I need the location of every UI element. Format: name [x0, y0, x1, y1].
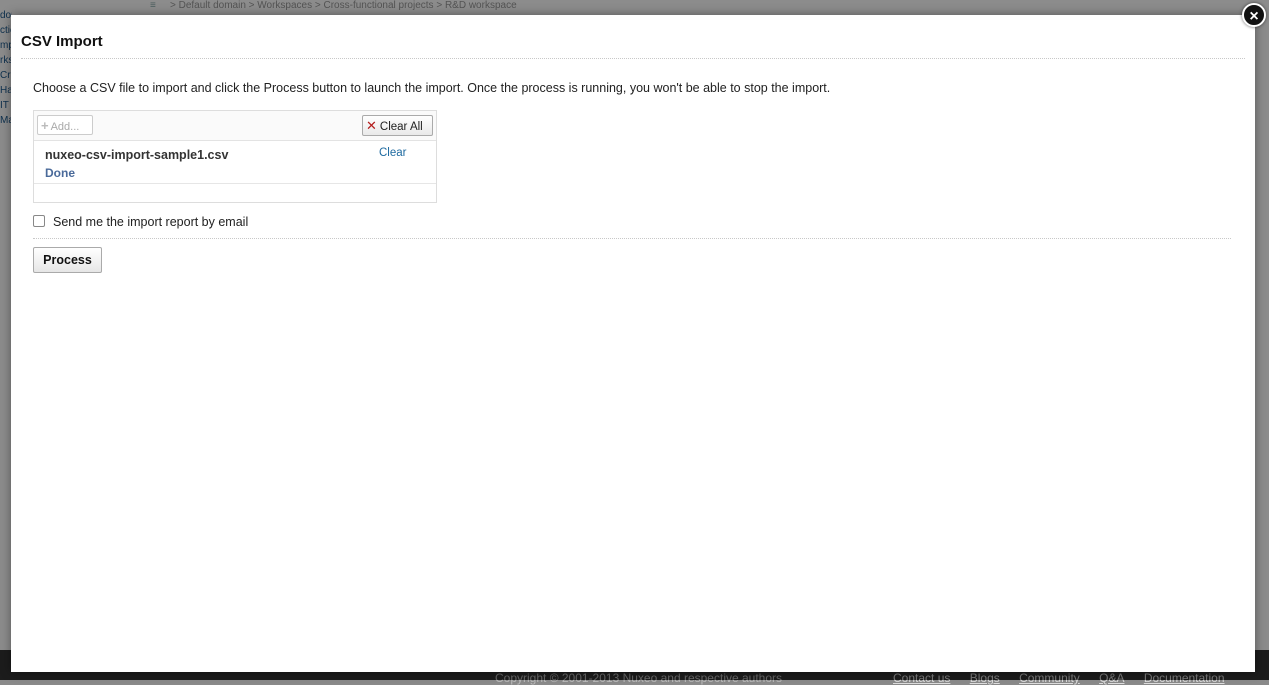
file-name: nuxeo-csv-import-sample1.csv	[45, 148, 229, 162]
csv-import-dialog: CSV Import Choose a CSV file to import a…	[11, 15, 1255, 672]
file-uploader: + Add... ✕ Clear All nuxeo-csv-import-samp…	[33, 110, 437, 203]
clear-all-button[interactable]: ✕ Clear All	[362, 115, 433, 136]
email-report-checkbox[interactable]	[33, 215, 45, 227]
close-icon[interactable]: ×	[1242, 3, 1266, 27]
dialog-title: CSV Import	[21, 33, 103, 50]
email-report-label[interactable]: Send me the import report by email	[53, 215, 248, 229]
add-file-button[interactable]: + Add...	[37, 115, 93, 135]
plus-icon: +	[41, 118, 49, 133]
add-file-label: Add...	[50, 121, 80, 133]
uploader-toolbar: + Add... ✕ Clear All	[34, 111, 436, 141]
form-divider	[33, 238, 1231, 239]
delete-icon: ✕	[366, 118, 377, 133]
uploaded-file-row: nuxeo-csv-import-sample1.csv Done Clear	[34, 141, 436, 184]
process-button[interactable]: Process	[33, 247, 102, 273]
file-status: Done	[45, 166, 75, 180]
clear-all-label: Clear All	[379, 121, 423, 133]
clear-file-link[interactable]: Clear	[379, 147, 406, 159]
title-divider	[21, 58, 1245, 59]
instructions-text: Choose a CSV file to import and click th…	[33, 81, 831, 95]
